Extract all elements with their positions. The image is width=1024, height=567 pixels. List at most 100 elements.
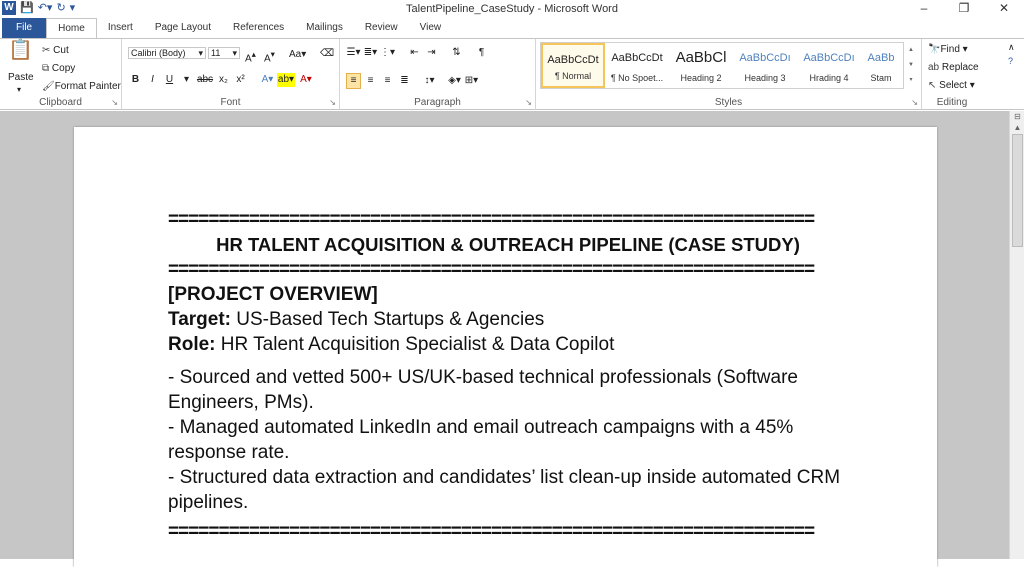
select-label: Select ▾ (939, 80, 975, 91)
clear-formatting-icon[interactable]: ⌫ (320, 47, 334, 60)
font-family-select[interactable]: Calibri (Body) ▾ (128, 47, 206, 59)
justify-button[interactable]: ≣ (397, 74, 412, 88)
cut-label: Cut (53, 45, 69, 56)
align-right-button[interactable]: ≡ (380, 74, 395, 88)
paragraph-group: ☰▾ ≣▾ ⋮▾ ⇤ ⇥ ⇅ ¶ ≡ ≡ ≡ ≣ ↕▾ ◈▾ ⊞▾ Paragr… (340, 39, 536, 110)
copy-label: Copy (51, 63, 76, 74)
find-label: Find ▾ (940, 44, 968, 55)
ruler-toggle-icon[interactable]: ⊟ (1010, 112, 1024, 121)
target-value: US-Based Tech Startups & Agencies (230, 309, 545, 330)
style-name: Hrading 4 (809, 73, 849, 83)
scroll-up-icon[interactable]: ▲ (1010, 123, 1024, 132)
style-heading-3[interactable]: AaBbCcDı Heading 3 (733, 43, 797, 88)
target-line: Target: US-Based Tech Startups & Agencie… (168, 307, 848, 332)
style-heading-2[interactable]: AaBbCl Heading 2 (669, 43, 733, 88)
paragraph-launcher-icon[interactable]: ↘ (525, 98, 532, 107)
strikethrough-button[interactable]: abc (196, 73, 214, 87)
title-bar: W 💾 ↶▾ ↻ ▾ TalentPipeline_CaseStudy - Mi… (0, 0, 1024, 18)
window-title: TalentPipeline_CaseStudy - Microsoft Wor… (406, 3, 618, 15)
format-painter-label: Format Painter (54, 81, 121, 92)
minimize-ribbon-icon[interactable]: ∧ (1008, 41, 1015, 54)
numbering-icon[interactable]: ≣▾ (363, 46, 378, 60)
scroll-thumb[interactable] (1012, 134, 1023, 247)
tab-file[interactable]: File (2, 18, 47, 38)
grow-font-button[interactable]: A▴ (245, 48, 256, 65)
borders-icon[interactable]: ⊞▾ (464, 74, 479, 88)
target-label: Target: (168, 309, 231, 330)
style-name: Heading 3 (744, 73, 786, 83)
highlight-color-button[interactable]: ab▾ (277, 73, 295, 87)
font-label: Font (220, 97, 241, 108)
minimize-button[interactable]: – (904, 0, 944, 16)
scroll-down-icon[interactable]: ▼ (906, 58, 916, 73)
bold-button[interactable]: B (128, 73, 143, 87)
style-preview: AaBbCcDt (611, 52, 663, 64)
format-painter-button[interactable]: 🖌Format Painter (42, 80, 121, 93)
tab-insert[interactable]: Insert (97, 18, 144, 38)
align-left-button[interactable]: ≡ (346, 73, 361, 89)
decrease-indent-icon[interactable]: ⇤ (407, 46, 422, 60)
tab-view[interactable]: View (409, 18, 453, 38)
more-styles-icon[interactable]: ▾ (906, 73, 916, 88)
find-button[interactable]: 🔭Find ▾ (928, 43, 968, 56)
style-normal[interactable]: AaBbCcDt ¶ Normal (541, 43, 605, 88)
paragraph-row-1: ☰▾ ≣▾ ⋮▾ ⇤ ⇥ ⇅ ¶ (346, 46, 489, 60)
tab-review[interactable]: Review (354, 18, 409, 38)
tab-mailings[interactable]: Mailings (295, 18, 354, 38)
document-page[interactable]: ========================================… (74, 127, 937, 567)
line-spacing-icon[interactable]: ↕▾ (422, 74, 437, 88)
scroll-up-icon[interactable]: ▲ (906, 43, 916, 58)
clipboard-launcher-icon[interactable]: ↘ (111, 98, 118, 107)
shading-icon[interactable]: ◈▾ (447, 74, 462, 88)
copy-button[interactable]: ⧉ Copy (42, 62, 75, 75)
font-color-button[interactable]: A▾ (297, 73, 315, 87)
tab-page-layout[interactable]: Page Layout (144, 18, 222, 38)
editing-label: Editing (936, 97, 968, 108)
change-case-button[interactable]: Aa▾ (289, 48, 306, 61)
sort-icon[interactable]: ⇅ (449, 46, 464, 60)
help-icon[interactable]: ? (1008, 55, 1013, 68)
font-launcher-icon[interactable]: ↘ (329, 98, 336, 107)
close-button[interactable]: ✕ (984, 0, 1024, 16)
italic-button[interactable]: I (145, 73, 160, 87)
align-center-button[interactable]: ≡ (363, 74, 378, 88)
document-body[interactable]: ========================================… (168, 207, 848, 544)
increase-indent-icon[interactable]: ⇥ (424, 46, 439, 60)
text-effects-button[interactable]: A▾ (260, 73, 275, 87)
style-no-spacing[interactable]: AaBbCcDt ¶ No Spoet... (605, 43, 669, 88)
chevron-down-icon: ▾ (232, 48, 237, 58)
cursor-icon: ↖ (928, 80, 937, 91)
style-heading-4[interactable]: AaBbCcDı Hrading 4 (797, 43, 861, 88)
subscript-button[interactable]: x₂ (216, 73, 231, 87)
role-value: HR Talent Acquisition Specialist & Data … (215, 334, 615, 355)
tab-references[interactable]: References (222, 18, 295, 38)
style-preview: AaBbCcDı (739, 52, 791, 64)
divider-rule: ========================================… (168, 259, 815, 280)
font-size-select[interactable]: 11 ▾ (208, 47, 240, 59)
show-formatting-icon[interactable]: ¶ (474, 46, 489, 60)
superscript-button[interactable]: x² (233, 73, 248, 87)
paste-dropdown-icon[interactable]: ▾ (17, 83, 21, 96)
bullets-icon[interactable]: ☰▾ (346, 46, 361, 60)
underline-button[interactable]: U (162, 73, 177, 87)
underline-dropdown-icon[interactable]: ▾ (179, 73, 194, 87)
cut-button[interactable]: ✂ Cut (42, 44, 69, 57)
restore-button[interactable]: ❐ (944, 0, 984, 16)
paragraph-row-2: ≡ ≡ ≡ ≣ ↕▾ ◈▾ ⊞▾ (346, 73, 479, 89)
multilevel-list-icon[interactable]: ⋮▾ (380, 46, 395, 60)
styles-launcher-icon[interactable]: ↘ (911, 98, 918, 107)
shrink-font-button[interactable]: A▾ (264, 48, 275, 65)
paste-icon[interactable]: 📋 (8, 40, 33, 60)
paragraph-label: Paragraph (414, 97, 461, 108)
replace-button[interactable]: ab Replace (928, 61, 979, 74)
style-preview: AaBb (867, 52, 895, 64)
vertical-scrollbar[interactable]: ⊟ ▲ (1009, 111, 1024, 559)
copy-icon: ⧉ (42, 63, 50, 74)
editing-group: 🔭Find ▾ ab Replace ↖ Select ▾ Editing (922, 39, 982, 110)
style-stam[interactable]: AaBb Stam (861, 43, 901, 88)
tab-home[interactable]: Home (46, 18, 97, 38)
role-line: Role: HR Talent Acquisition Specialist &… (168, 332, 848, 357)
ribbon: 📋 Paste ▾ ✂ Cut ⧉ Copy 🖌Format Painter C… (0, 38, 1024, 110)
chevron-down-icon: ▾ (198, 48, 203, 58)
select-button[interactable]: ↖ Select ▾ (928, 79, 975, 92)
